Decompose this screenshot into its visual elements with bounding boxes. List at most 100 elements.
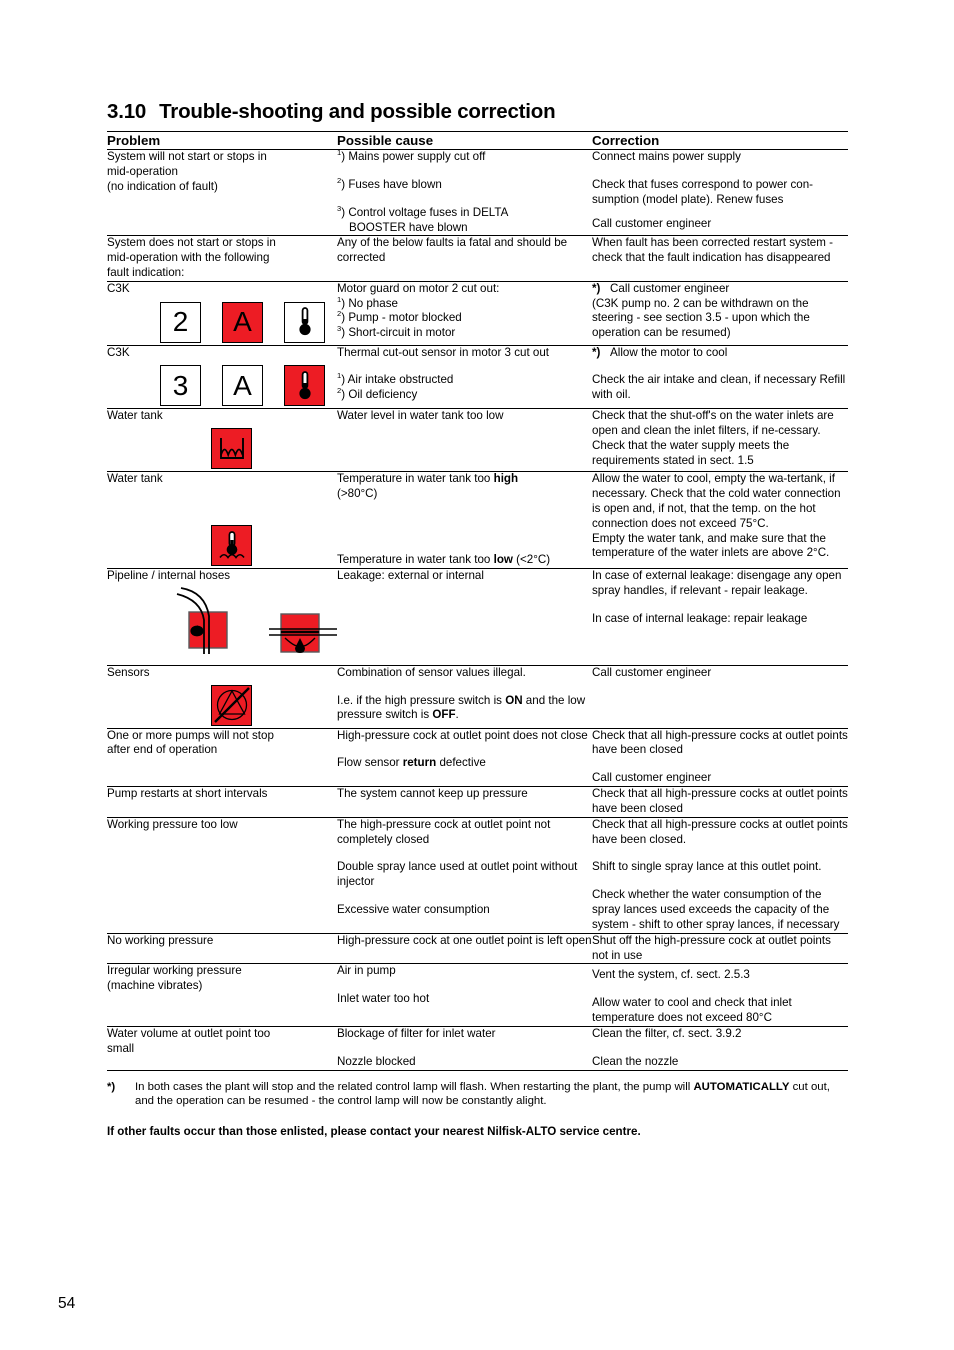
problem-line: Pipeline / internal hoses: [107, 569, 231, 583]
cell-problem: Pipeline / internal hoses: [107, 568, 337, 666]
thermometer-over-waves-glyph: [218, 530, 245, 559]
problem-line: Water tank: [107, 409, 163, 423]
cell-cause: Blockage of filter for inlet water Nozzl…: [337, 1025, 592, 1071]
cause-text: The system cannot keep up pressure: [337, 787, 528, 801]
cause-text: Inlet water too hot: [337, 992, 430, 1006]
cell-problem: System does not start or stops in mid-op…: [107, 235, 337, 282]
cell-problem: Working pressure too low: [107, 816, 337, 934]
table-row: One or more pumps will not stop after en…: [107, 727, 848, 787]
display-digit-3-icon: 3: [160, 365, 201, 407]
display-digit-2-icon: 2: [160, 301, 201, 343]
cause-text: Water level in water tank too low: [337, 409, 504, 423]
cell-problem: Irregular working pressure (machine vibr…: [107, 963, 337, 1027]
correction-text: Check whether the water consumption of t…: [592, 888, 840, 931]
correction-text: Allow water to cool and check that inlet…: [592, 996, 792, 1025]
display-letter-a-alarm-icon: A: [222, 301, 263, 343]
problem-line: System will not start or stops in: [107, 150, 267, 164]
footnote-text: In both cases the plant will stop and th…: [135, 1080, 830, 1108]
problem-line: Water tank: [107, 472, 163, 486]
thermometer-icon: [284, 301, 325, 343]
correction-text: Clean the nozzle: [592, 1054, 679, 1068]
cell-correction: *) Call customer engineer (C3K pump no. …: [592, 280, 848, 346]
cell-problem: Sensors: [107, 664, 337, 729]
correction-text: Call customer engineer: [592, 771, 712, 785]
problem-line: Water volume at outlet point too: [107, 1026, 271, 1040]
service-notice: If other faults occur than those enliste…: [107, 1125, 641, 1139]
table-row: No working pressure High-pressure cock a…: [107, 932, 848, 964]
cause-text: Thermal cut-out sensor in motor 3 cut ou…: [337, 345, 549, 359]
cause-item: 2) Fuses have blown: [337, 177, 592, 193]
table-row: System will not start or stops in mid-op…: [107, 149, 848, 236]
problem-line: (machine vibrates): [107, 979, 203, 993]
cell-problem: No working pressure: [107, 932, 337, 964]
correction-text: Check that all high-pressure cocks at ou…: [592, 787, 848, 815]
cell-cause: Leakage: external or internal: [337, 568, 592, 666]
cause-item: 1) Air intake obstructed: [337, 371, 454, 387]
correction-text: Clean the filter, cf. sect. 3.9.2: [592, 1026, 742, 1040]
cause-title: Motor guard on motor 2 cut out:: [337, 281, 500, 295]
table-row: Pump restarts at short intervals The sys…: [107, 786, 848, 818]
correction-text: Check that the shut-off's on the water i…: [592, 409, 834, 467]
correction-text: Check that fuses correspond to power con…: [592, 177, 814, 206]
correction-text: Check that all high-pressure cocks at ou…: [592, 728, 848, 757]
cause-item-cont: BOOSTER have blown: [349, 220, 468, 234]
correction-text: Allow the water to cool, empty the wa-te…: [592, 472, 841, 530]
problem-line: mid-operation with the following: [107, 251, 270, 265]
table-row: C3K 2 A Motor guard on motor 2 cut out: …: [107, 280, 848, 346]
cell-correction: When fault has been corrected restart sy…: [592, 235, 848, 282]
sensor-illegal-icon: [211, 684, 337, 726]
cell-correction: Clean the filter, cf. sect. 3.9.2 Clean …: [592, 1025, 848, 1071]
table-row: Sensors Combination of sensor values ill…: [107, 664, 848, 729]
problem-line: Pump restarts at short intervals: [107, 787, 268, 801]
section-number: 3.10: [107, 100, 147, 123]
thermometer-glyph: [298, 371, 311, 400]
cell-cause: High-pressure cock at one outlet point i…: [337, 932, 592, 964]
cell-cause: Water level in water tank too low: [337, 408, 592, 472]
cause-item: 3) Short-circuit in motor: [337, 324, 456, 340]
cell-correction: Check that all high-pressure cocks at ou…: [592, 786, 848, 818]
table-row: Water volume at outlet point too small B…: [107, 1025, 848, 1071]
cause-item: 3) Control voltage fuses in DELTA: [337, 205, 592, 221]
problem-line: (no indication of fault): [107, 179, 218, 193]
cause-text: Flow sensor return defective: [337, 756, 486, 770]
cell-problem: One or more pumps will not stop after en…: [107, 727, 337, 787]
cell-correction: *) Allow the motor to cool Check the air…: [592, 344, 848, 409]
table-row: Water tank Temperature in water tank too…: [107, 471, 848, 569]
cause-text: Any of the below faults ia fatal and sho…: [337, 236, 568, 265]
indicator-icon-group: 3 A: [160, 365, 337, 407]
problem-line: System does not start or stops in: [107, 236, 276, 250]
footnote-marker: *): [107, 1080, 116, 1093]
correction-text: Empty the water tank, and make sure that…: [592, 531, 830, 560]
external-leakage-glyph: [176, 587, 228, 654]
cause-item: 1) No phase: [337, 294, 398, 310]
cell-cause: Any of the below faults ia fatal and sho…: [337, 235, 592, 282]
page-content: 3.10 Trouble-shooting and possible correc…: [107, 100, 848, 1139]
problem-line: One or more pumps will not stop: [107, 728, 274, 742]
cell-problem: Water volume at outlet point too small: [107, 1025, 337, 1071]
problem-line: Working pressure too low: [107, 817, 238, 831]
section-title: Trouble-shooting and possible correction: [159, 100, 556, 123]
cell-problem: C3K 3 A: [107, 344, 337, 409]
column-header-correction: Correction: [592, 130, 848, 150]
cause-text: Leakage: external or internal: [337, 569, 484, 583]
cause-text: Temperature in water tank too high: [337, 472, 519, 486]
correction-starred: *) Call customer engineer: [592, 281, 730, 295]
cell-correction: Connect mains power supply Check that fu…: [592, 149, 848, 236]
correction-text: Call customer engineer: [592, 665, 712, 679]
page-number: 54: [58, 1295, 76, 1312]
external-leakage-icon: [175, 586, 241, 663]
sensor-illegal-glyph: [213, 687, 250, 723]
cell-problem: System will not start or stops in mid-op…: [107, 149, 337, 236]
cause-text: Combination of sensor values illegal.: [337, 665, 526, 679]
cell-cause: High-pressure cock at outlet point does …: [337, 727, 592, 787]
cell-problem: Water tank: [107, 471, 337, 569]
water-tank-glyph: [219, 437, 244, 459]
problem-line: C3K: [107, 281, 130, 295]
cell-correction: Check that all high-pressure cocks at ou…: [592, 727, 848, 787]
cell-cause: Temperature in water tank too high (>80°…: [337, 471, 592, 569]
cell-cause: Combination of sensor values illegal. I.…: [337, 664, 592, 729]
correction-text: Vent the system, cf. sect. 2.5.3: [592, 968, 750, 982]
problem-line: No working pressure: [107, 933, 214, 947]
cause-item: 2) Pump - motor blocked: [337, 309, 462, 325]
problem-line: Irregular working pressure: [107, 964, 242, 978]
